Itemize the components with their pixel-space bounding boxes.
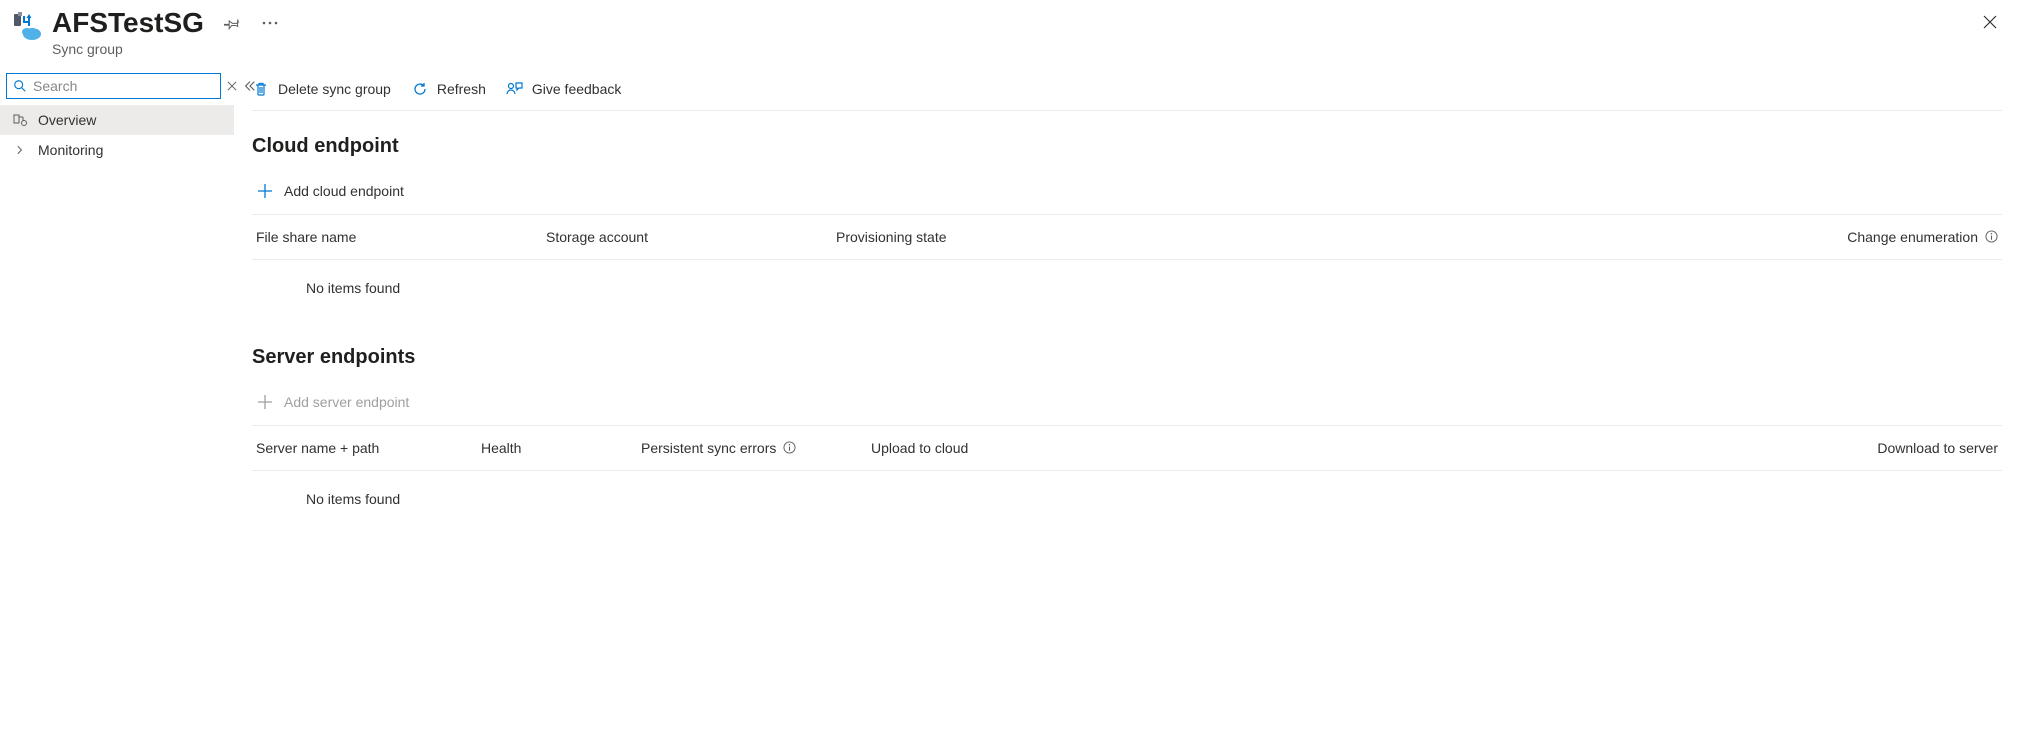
- toolbar: Delete sync group Refresh Give feedback: [252, 69, 2002, 111]
- refresh-button[interactable]: Refresh: [411, 80, 486, 98]
- search-input[interactable]: [27, 78, 214, 94]
- sidebar-item-overview[interactable]: Overview: [0, 105, 234, 135]
- sync-group-icon: [10, 10, 42, 42]
- cloud-empty-message: No items found: [252, 260, 2002, 336]
- column-storage-account[interactable]: Storage account: [546, 229, 836, 245]
- blade-header: AFSTestSG Sync group: [0, 0, 2018, 69]
- delete-icon: [252, 80, 270, 98]
- feedback-icon: [506, 80, 524, 98]
- button-label: Refresh: [437, 81, 486, 97]
- cloud-table-header: File share name Storage account Provisio…: [252, 215, 2002, 260]
- plus-icon: [256, 182, 274, 200]
- column-download-to-server[interactable]: Download to server: [1081, 440, 1998, 456]
- info-icon[interactable]: [782, 441, 796, 455]
- refresh-icon: [411, 80, 429, 98]
- plus-icon: [256, 393, 274, 411]
- page-subtitle: Sync group: [52, 41, 280, 57]
- cloud-endpoint-section: Cloud endpoint Add cloud endpoint File s…: [252, 135, 2002, 336]
- add-label: Add cloud endpoint: [284, 183, 404, 199]
- button-label: Delete sync group: [278, 81, 391, 97]
- column-provisioning-state[interactable]: Provisioning state: [836, 229, 986, 245]
- column-health[interactable]: Health: [481, 440, 641, 456]
- section-title: Cloud endpoint: [252, 135, 2002, 158]
- sidebar: Overview Monitoring: [0, 69, 234, 577]
- column-change-enumeration[interactable]: Change enumeration: [986, 229, 1998, 245]
- more-button[interactable]: [260, 13, 280, 33]
- column-upload-to-cloud[interactable]: Upload to cloud: [871, 440, 1081, 456]
- server-empty-message: No items found: [252, 471, 2002, 547]
- overview-icon: [12, 112, 28, 128]
- search-icon: [13, 79, 27, 93]
- server-table-header: Server name + path Health Persistent syn…: [252, 426, 2002, 471]
- sidebar-item-label: Monitoring: [38, 142, 103, 158]
- main-content: Delete sync group Refresh Give feedback …: [234, 69, 2018, 577]
- column-file-share-name[interactable]: File share name: [256, 229, 546, 245]
- sidebar-item-monitoring[interactable]: Monitoring: [0, 135, 234, 165]
- pin-button[interactable]: [222, 13, 242, 33]
- add-server-endpoint-button: Add server endpoint: [252, 387, 2002, 426]
- add-cloud-endpoint-button[interactable]: Add cloud endpoint: [252, 176, 2002, 215]
- search-box[interactable]: [6, 73, 221, 99]
- close-button[interactable]: [1980, 12, 2000, 32]
- chevron-right-icon: [12, 142, 28, 158]
- server-endpoints-section: Server endpoints Add server endpoint Ser…: [252, 346, 2002, 547]
- section-title: Server endpoints: [252, 346, 2002, 369]
- sidebar-item-label: Overview: [38, 112, 96, 128]
- info-icon[interactable]: [1984, 230, 1998, 244]
- column-server-name-path[interactable]: Server name + path: [256, 440, 481, 456]
- add-label: Add server endpoint: [284, 394, 409, 410]
- column-persistent-sync-errors[interactable]: Persistent sync errors: [641, 440, 871, 456]
- delete-sync-group-button[interactable]: Delete sync group: [252, 80, 391, 98]
- button-label: Give feedback: [532, 81, 622, 97]
- page-title: AFSTestSG: [52, 8, 204, 39]
- give-feedback-button[interactable]: Give feedback: [506, 80, 622, 98]
